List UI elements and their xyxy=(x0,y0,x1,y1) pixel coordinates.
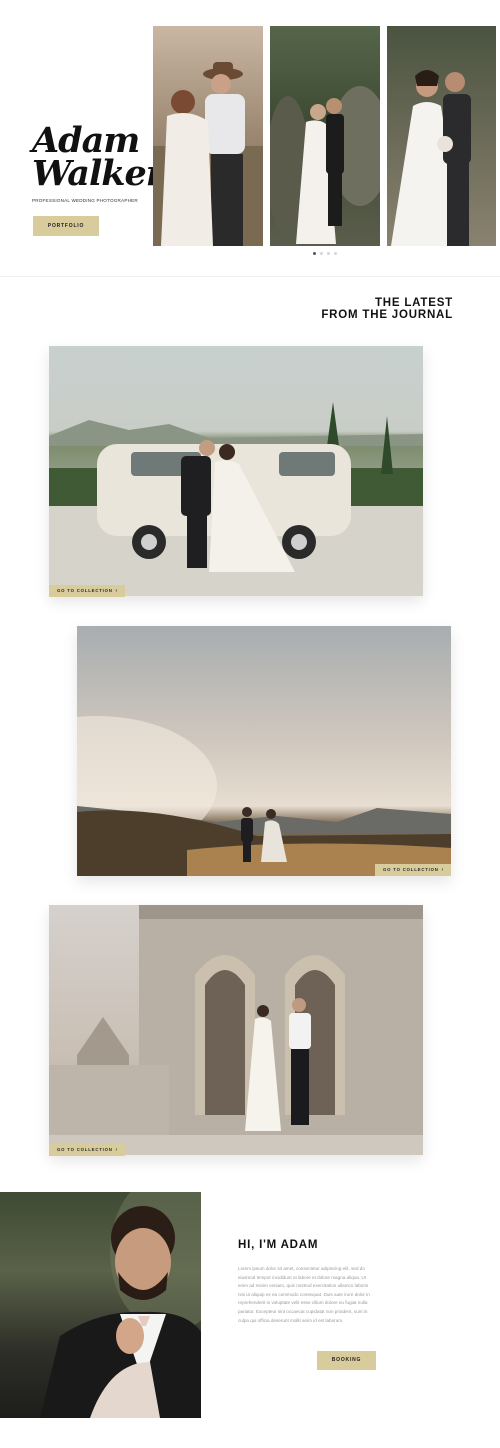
slider-dot-2[interactable] xyxy=(320,252,323,255)
brand-tagline: PROFESSIONAL WEDDING PHOTOGRAPHER xyxy=(32,198,138,203)
hero-slide-photo-1[interactable] xyxy=(153,26,263,246)
go-to-collection-label-1: GO TO COLLECTION xyxy=(57,588,113,593)
bride-groom-image xyxy=(391,70,471,246)
about-body-text: Lorem ipsum dolor sit amet, consectetur … xyxy=(238,1266,370,1323)
slider-pagination xyxy=(313,252,337,255)
journal-card-van[interactable] xyxy=(49,346,423,596)
brand-logo[interactable]: Adam Walker xyxy=(32,123,164,194)
journal-heading-line2: FROM THE JOURNAL xyxy=(321,309,453,321)
slider-dot-3[interactable] xyxy=(327,252,330,255)
section-divider xyxy=(0,276,500,277)
journal-card-tower[interactable] xyxy=(49,905,423,1155)
van-couple-image xyxy=(49,402,423,596)
go-to-collection-button-1[interactable]: GO TO COLLECTION › xyxy=(49,585,125,597)
couple-rocks-image xyxy=(270,86,380,244)
go-to-collection-button-3[interactable]: GO TO COLLECTION › xyxy=(49,1144,125,1156)
chevron-right-icon: › xyxy=(115,1147,118,1153)
couple-hat-image xyxy=(153,62,263,246)
slider-dot-1[interactable] xyxy=(313,252,316,255)
tower-couple-image xyxy=(49,905,423,1155)
chevron-right-icon: › xyxy=(441,867,444,873)
journal-card-hill[interactable] xyxy=(77,626,451,876)
hero-slide-photo-3[interactable] xyxy=(387,26,496,246)
journal-heading: THE LATEST FROM THE JOURNAL xyxy=(321,297,453,321)
go-to-collection-label-2: GO TO COLLECTION xyxy=(383,867,439,872)
hero-slide-photo-2[interactable] xyxy=(270,26,380,246)
hill-couple-image xyxy=(77,716,451,876)
photographer-portrait-image xyxy=(40,1192,201,1418)
hero-section: Adam Walker PROFESSIONAL WEDDING PHOTOGR… xyxy=(0,0,500,276)
go-to-collection-button-2[interactable]: GO TO COLLECTION › xyxy=(375,864,451,876)
journal-heading-line1: THE LATEST xyxy=(374,297,453,309)
go-to-collection-label-3: GO TO COLLECTION xyxy=(57,1147,113,1152)
slider-dot-4[interactable] xyxy=(334,252,337,255)
portfolio-button[interactable]: PORTFOLIO xyxy=(33,216,99,236)
chevron-right-icon: › xyxy=(115,588,118,594)
about-heading: HI, I'M ADAM xyxy=(238,1239,319,1251)
about-portrait-photo xyxy=(0,1192,201,1418)
brand-last-name: Walker xyxy=(32,153,164,194)
booking-button[interactable]: BOOKING xyxy=(317,1351,376,1370)
